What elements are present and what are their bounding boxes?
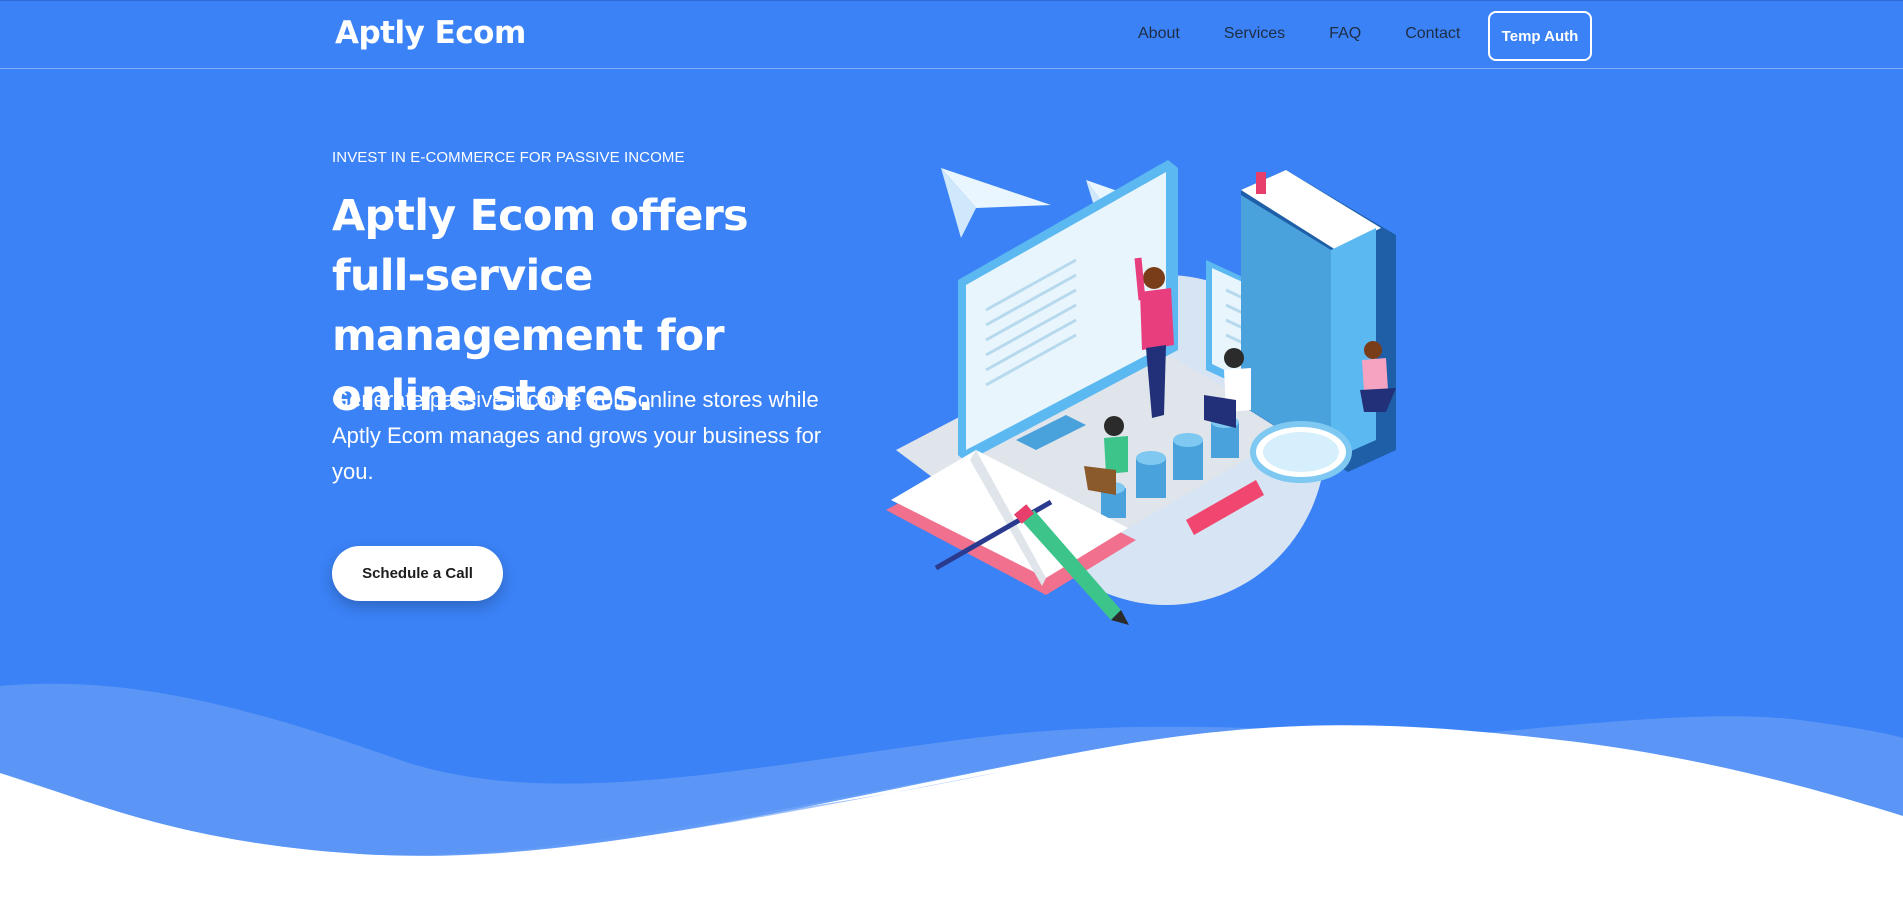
brand-logo[interactable]: Aptly Ecom xyxy=(335,15,526,51)
schedule-call-button[interactable]: Schedule a Call xyxy=(332,546,503,601)
nav-links: About Services FAQ Contact xyxy=(1138,25,1504,43)
nav-link-services[interactable]: Services xyxy=(1224,25,1285,43)
nav-link-faq[interactable]: FAQ xyxy=(1329,25,1361,43)
nav-link-contact[interactable]: Contact xyxy=(1405,25,1460,43)
nav-link-about[interactable]: About xyxy=(1138,25,1180,43)
hero-subtext: Generate passive income from online stor… xyxy=(332,387,822,484)
top-navbar: Aptly Ecom About Services FAQ Contact Te… xyxy=(0,0,1903,69)
ecommerce-illustration-icon xyxy=(886,160,1396,625)
hero-eyebrow: INVEST IN E-COMMERCE FOR PASSIVE INCOME xyxy=(332,149,685,166)
hero-section: Aptly Ecom About Services FAQ Contact Te… xyxy=(0,0,1903,923)
temp-auth-button[interactable]: Temp Auth xyxy=(1488,11,1592,61)
